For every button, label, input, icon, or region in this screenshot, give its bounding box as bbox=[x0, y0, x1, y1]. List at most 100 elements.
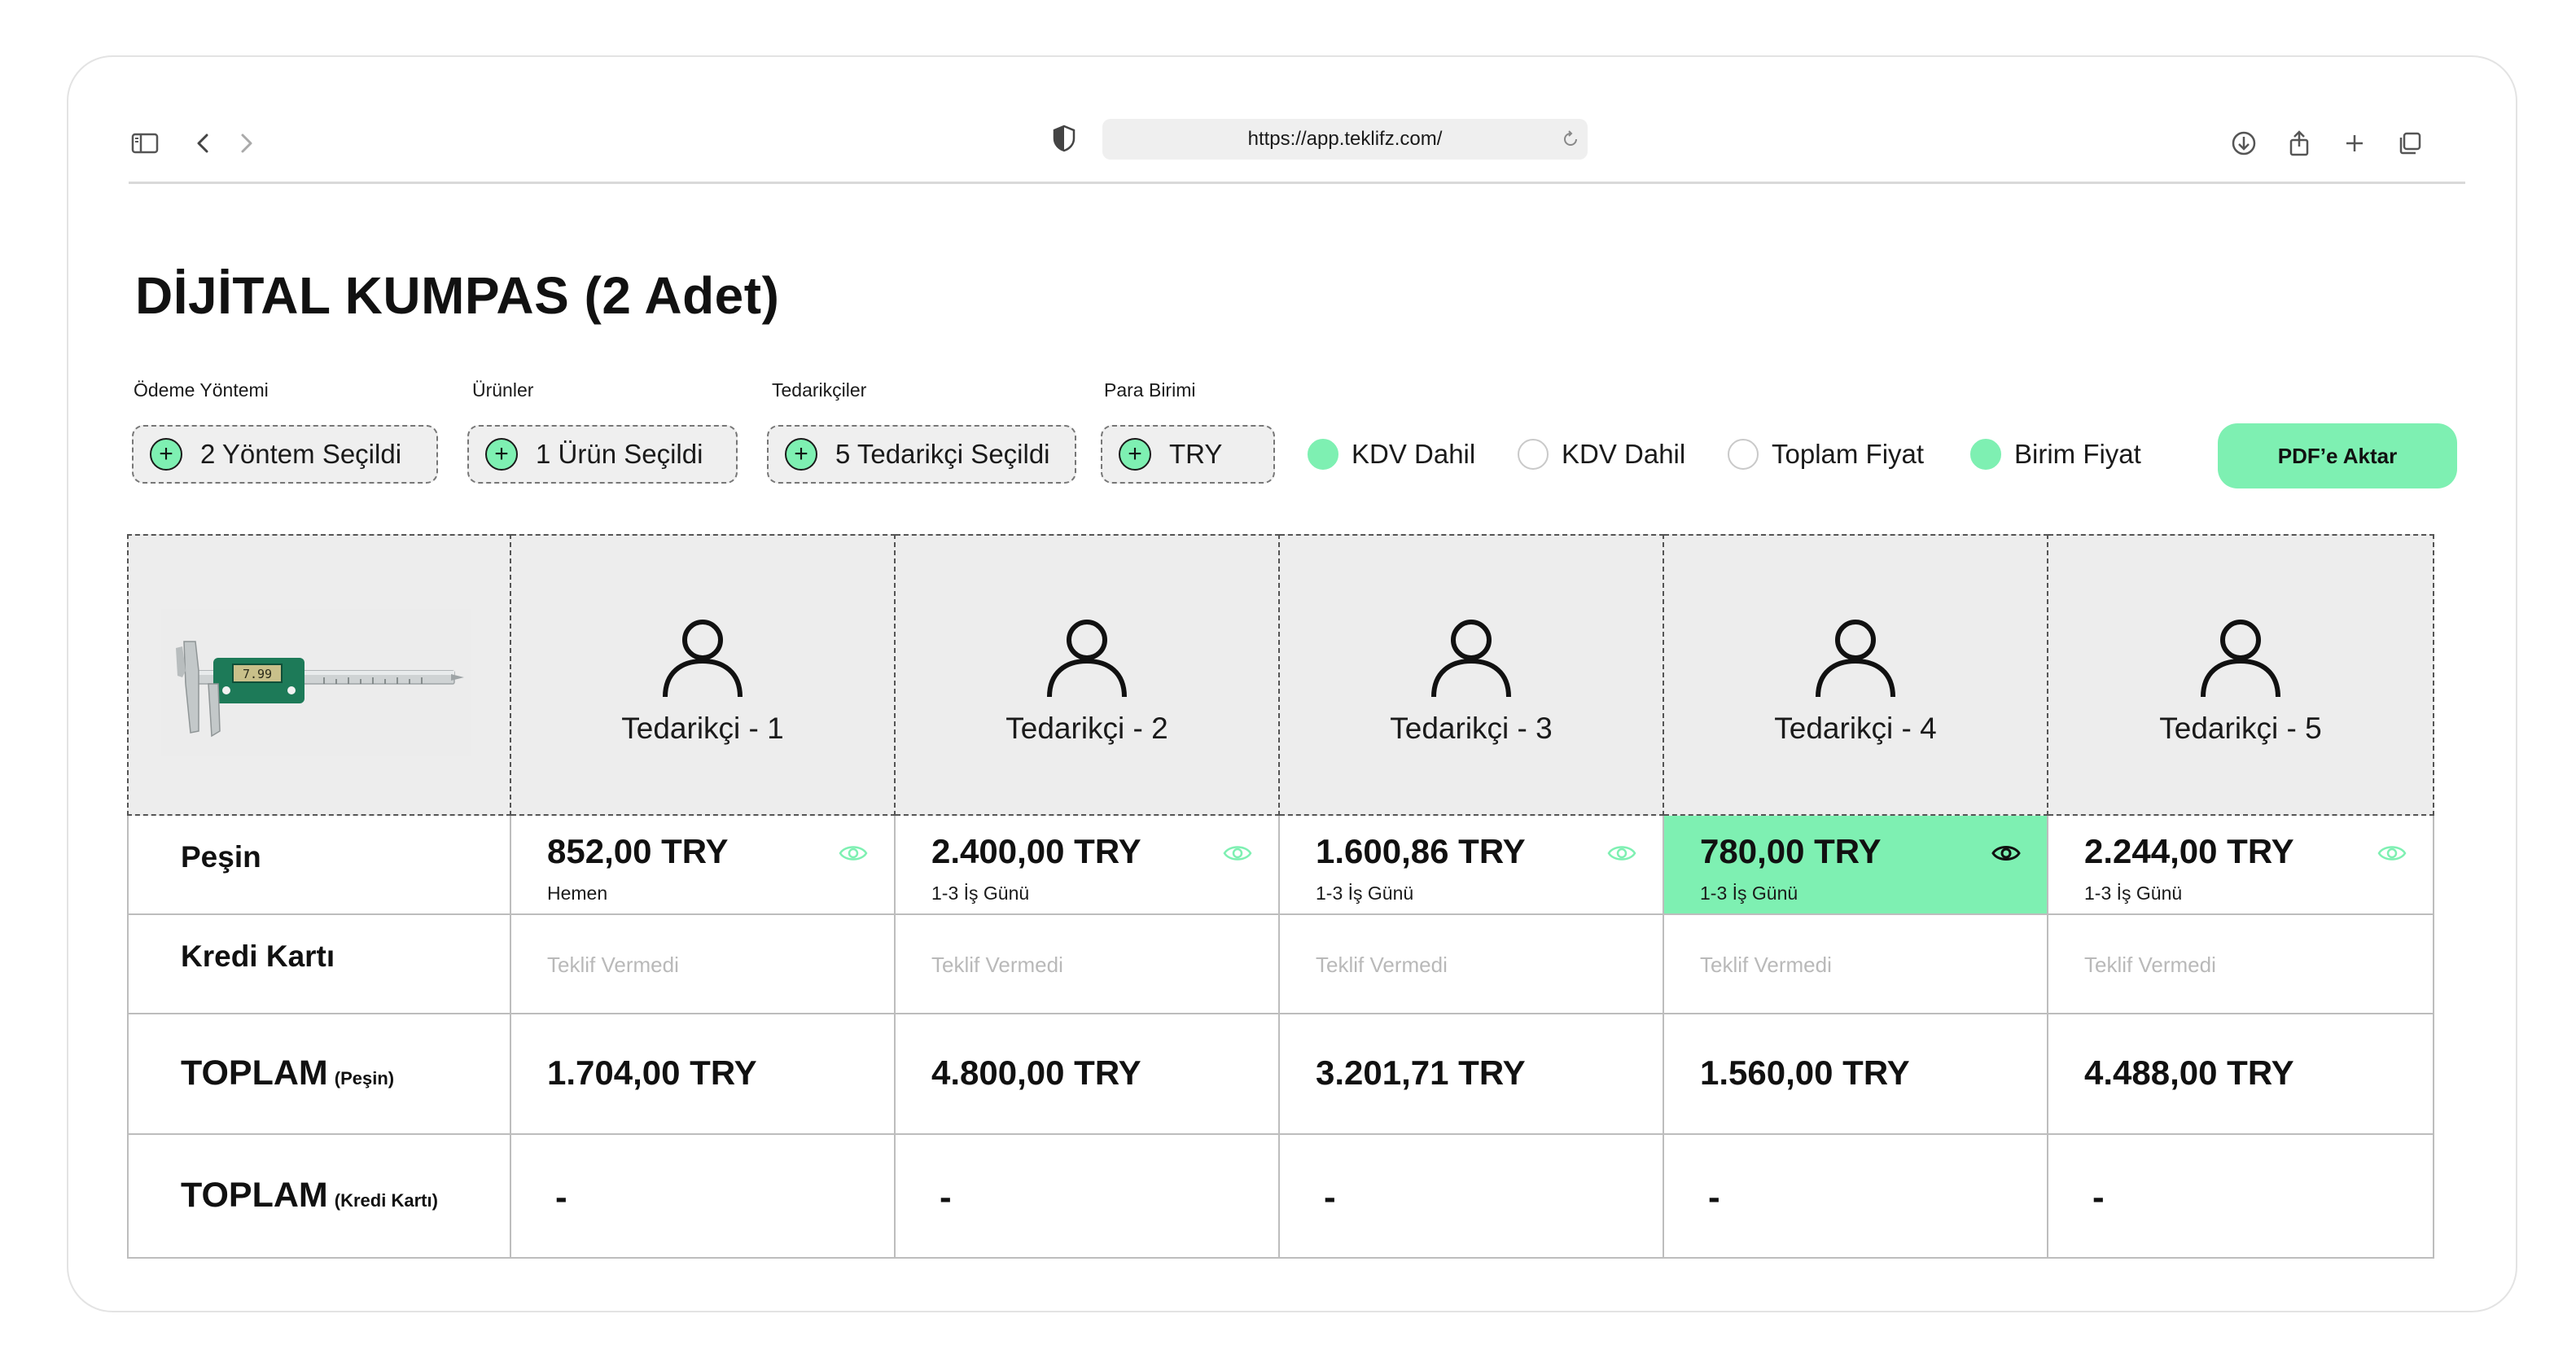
total-cash-cell-4: 1.560,00 TRY bbox=[1664, 1014, 2048, 1135]
supplier-name: Tedarikçi - 3 bbox=[1390, 712, 1553, 745]
no-quote-text: Teklif Vermedi bbox=[547, 953, 679, 977]
total-credit-cell-1: - bbox=[511, 1135, 896, 1259]
toggle-kdv-included-alt[interactable]: KDV Dahil bbox=[1518, 436, 1685, 472]
suppliers-value: 5 Tedarikçi Seçildi bbox=[835, 439, 1050, 469]
credit-cell-4: Teklif Vermedi bbox=[1664, 915, 2048, 1014]
empty-value: - bbox=[940, 1177, 952, 1217]
download-icon[interactable] bbox=[2228, 127, 2260, 160]
toggle-kdv-included[interactable]: KDV Dahil bbox=[1308, 436, 1475, 472]
browser-toolbar: https://app.teklifz.com/ bbox=[129, 116, 2465, 184]
privacy-shield-icon[interactable] bbox=[1050, 124, 1078, 153]
total-credit-cell-2: - bbox=[896, 1135, 1280, 1259]
back-icon[interactable] bbox=[187, 127, 220, 160]
delivery-time: 1-3 İş Günü bbox=[1700, 883, 1798, 904]
delivery-time: Hemen bbox=[547, 883, 608, 904]
row-label-cash: Peşin bbox=[127, 816, 511, 915]
credit-cell-3: Teklif Vermedi bbox=[1280, 915, 1664, 1014]
add-icon: + bbox=[1119, 438, 1151, 471]
eye-icon[interactable] bbox=[839, 842, 868, 865]
comparison-table: 7.99 Tedarikçi - 1 Tedarikçi - 2 Tedarik… bbox=[127, 534, 2434, 1259]
new-tab-icon[interactable] bbox=[2338, 127, 2371, 160]
total-value: 4.488,00 TRY bbox=[2084, 1053, 2294, 1092]
price: 2.400,00 TRY bbox=[931, 832, 1141, 870]
toggle-indicator bbox=[1728, 439, 1759, 470]
toggle-label: KDV Dahil bbox=[1352, 439, 1476, 469]
delivery-time: 1-3 İş Günü bbox=[1316, 883, 1414, 904]
total-cash-cell-3: 3.201,71 TRY bbox=[1280, 1014, 1664, 1135]
empty-value: - bbox=[1324, 1177, 1336, 1217]
row-label: Kredi Kartı bbox=[181, 940, 335, 973]
cash-price-cell-3[interactable]: 1.600,86 TRY 1-3 İş Günü bbox=[1280, 816, 1664, 915]
supplier-header-1[interactable]: Tedarikçi - 1 bbox=[511, 534, 896, 816]
toggle-indicator bbox=[1518, 439, 1549, 470]
eye-icon[interactable] bbox=[1223, 842, 1252, 865]
toggle-label: KDV Dahil bbox=[1562, 439, 1686, 469]
credit-cell-1: Teklif Vermedi bbox=[511, 915, 896, 1014]
supplier-header-3[interactable]: Tedarikçi - 3 bbox=[1280, 534, 1664, 816]
eye-icon[interactable] bbox=[1607, 842, 1636, 865]
supplier-header-5[interactable]: Tedarikçi - 5 bbox=[2048, 534, 2434, 816]
product-image-cell: 7.99 bbox=[127, 534, 511, 816]
toggle-total-price[interactable]: Toplam Fiyat bbox=[1728, 436, 1924, 472]
supplier-name: Tedarikçi - 4 bbox=[1774, 712, 1937, 745]
products-value: 1 Ürün Seçildi bbox=[536, 439, 703, 469]
products-selector[interactable]: + 1 Ürün Seçildi bbox=[467, 425, 738, 484]
row-label: Peşin bbox=[181, 840, 261, 874]
no-quote-text: Teklif Vermedi bbox=[1700, 953, 1832, 977]
total-value: 3.201,71 TRY bbox=[1316, 1053, 1526, 1092]
supplier-header-2[interactable]: Tedarikçi - 2 bbox=[896, 534, 1280, 816]
currency-selector[interactable]: + TRY bbox=[1101, 425, 1275, 484]
cash-price-cell-2[interactable]: 2.400,00 TRY 1-3 İş Günü bbox=[896, 816, 1280, 915]
page-title: DİJİTAL KUMPAS (2 Adet) bbox=[135, 266, 780, 325]
row-label-credit-card: Kredi Kartı bbox=[127, 915, 511, 1014]
row-label-suffix: (Peşin) bbox=[334, 1068, 395, 1088]
export-pdf-button[interactable]: PDF’e Aktar bbox=[2218, 423, 2457, 488]
svg-text:7.99: 7.99 bbox=[243, 667, 272, 681]
empty-value: - bbox=[555, 1177, 567, 1217]
supplier-name: Tedarikçi - 5 bbox=[2159, 712, 2322, 745]
supplier-name: Tedarikçi - 1 bbox=[621, 712, 784, 745]
no-quote-text: Teklif Vermedi bbox=[931, 953, 1063, 977]
delivery-time: 1-3 İş Günü bbox=[2084, 883, 2183, 904]
price: 1.600,86 TRY bbox=[1316, 832, 1526, 870]
credit-cell-2: Teklif Vermedi bbox=[896, 915, 1280, 1014]
total-cash-cell-5: 4.488,00 TRY bbox=[2048, 1014, 2434, 1135]
user-icon bbox=[2201, 620, 2280, 698]
eye-icon[interactable] bbox=[1991, 842, 2021, 865]
payment-method-selector[interactable]: + 2 Yöntem Seçildi bbox=[132, 425, 438, 484]
row-label: TOPLAM (Peşin) bbox=[181, 1053, 394, 1093]
suppliers-selector[interactable]: + 5 Tedarikçi Seçildi bbox=[767, 425, 1076, 484]
currency-value: TRY bbox=[1169, 439, 1223, 469]
reload-icon[interactable] bbox=[1560, 129, 1581, 150]
tabs-overview-icon[interactable] bbox=[2394, 127, 2426, 160]
row-label-main: TOPLAM bbox=[181, 1053, 328, 1093]
total-value: 4.800,00 TRY bbox=[931, 1053, 1141, 1092]
row-label-total-credit: TOPLAM (Kredi Kartı) bbox=[127, 1135, 511, 1259]
address-bar[interactable]: https://app.teklifz.com/ bbox=[1102, 119, 1588, 160]
empty-value: - bbox=[2092, 1177, 2105, 1217]
total-credit-cell-4: - bbox=[1664, 1135, 2048, 1259]
toggle-label: Birim Fiyat bbox=[2014, 439, 2141, 469]
sidebar-toggle-icon[interactable] bbox=[129, 127, 161, 160]
total-value: 1.704,00 TRY bbox=[547, 1053, 757, 1092]
cash-price-cell-5[interactable]: 2.244,00 TRY 1-3 İş Günü bbox=[2048, 816, 2434, 915]
forward-icon[interactable] bbox=[230, 127, 262, 160]
share-icon[interactable] bbox=[2283, 127, 2315, 160]
supplier-name: Tedarikçi - 2 bbox=[1005, 712, 1168, 745]
eye-icon[interactable] bbox=[2377, 842, 2407, 865]
toggle-unit-price[interactable]: Birim Fiyat bbox=[1970, 436, 2141, 472]
toggle-label: Toplam Fiyat bbox=[1772, 439, 1925, 469]
delivery-time: 1-3 İş Günü bbox=[931, 883, 1030, 904]
suppliers-label: Tedarikçiler bbox=[772, 379, 867, 401]
currency-label: Para Birimi bbox=[1104, 379, 1196, 401]
add-icon: + bbox=[150, 438, 182, 471]
row-label-total-cash: TOPLAM (Peşin) bbox=[127, 1014, 511, 1135]
user-icon bbox=[663, 620, 743, 698]
cash-price-cell-4-best[interactable]: 780,00 TRY 1-3 İş Günü bbox=[1664, 816, 2048, 915]
price: 852,00 TRY bbox=[547, 832, 729, 870]
supplier-header-4[interactable]: Tedarikçi - 4 bbox=[1664, 534, 2048, 816]
total-value: 1.560,00 TRY bbox=[1700, 1053, 1910, 1092]
cash-price-cell-1[interactable]: 852,00 TRY Hemen bbox=[511, 816, 896, 915]
add-icon: + bbox=[785, 438, 817, 471]
price: 2.244,00 TRY bbox=[2084, 832, 2294, 870]
